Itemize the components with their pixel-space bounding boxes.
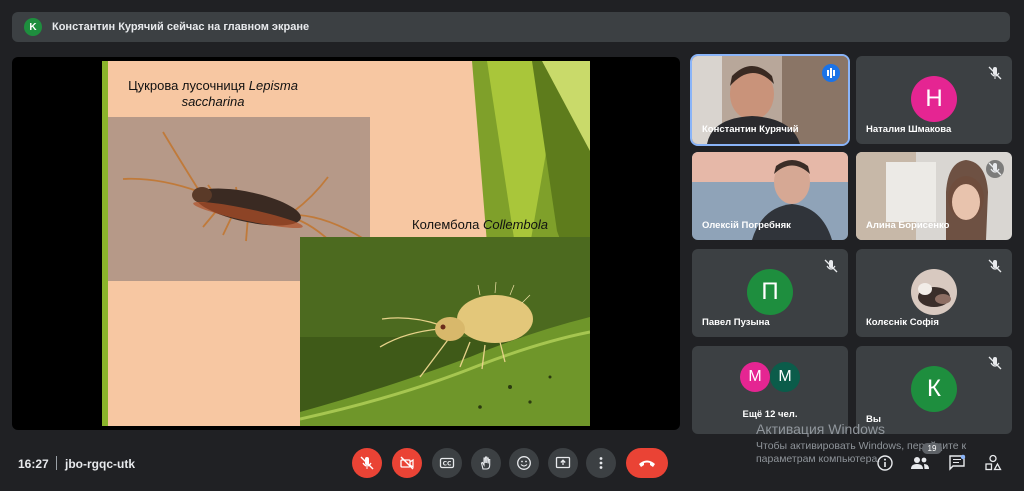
divider	[56, 456, 57, 470]
presenter-avatar: K	[24, 18, 42, 36]
leave-call-button[interactable]	[626, 448, 668, 478]
reactions-button[interactable]	[509, 448, 539, 478]
people-icon	[911, 457, 929, 469]
meeting-details-button[interactable]	[874, 452, 896, 474]
participants-count-badge: 19	[922, 443, 942, 454]
meeting-code: jbo-rgqc-utk	[65, 457, 135, 471]
participant-tile[interactable]: Колєснік Софія	[856, 249, 1012, 337]
participant-avatar: М	[740, 362, 770, 392]
participant-tile[interactable]: Олексій Погребняк	[692, 152, 848, 240]
mic-off-icon	[986, 160, 1004, 178]
participant-avatar: П	[747, 269, 793, 315]
people-button[interactable]	[909, 452, 931, 474]
participant-tile[interactable]: Константин Курячий	[690, 54, 850, 146]
slide-caption-silverfish: Цукрова лусочниця Lepisma saccharina	[128, 78, 298, 109]
hang-up-icon	[639, 460, 655, 467]
participant-tile[interactable]: Алина Борисенко	[856, 152, 1012, 240]
participant-avatar: М	[770, 362, 800, 392]
present-screen-button[interactable]	[548, 448, 578, 478]
more-vert-icon	[599, 457, 603, 469]
self-avatar: К	[911, 366, 957, 412]
chat-button[interactable]	[946, 452, 968, 474]
participant-name: Алина Борисенко	[866, 220, 950, 231]
mic-off-icon	[822, 257, 840, 275]
mic-off-icon	[360, 456, 374, 470]
banner-text: Константин Курячий сейчас на главном экр…	[52, 21, 310, 33]
screen-share-banner: K Константин Курячий сейчас на главном э…	[12, 12, 1010, 42]
emoji-icon	[517, 456, 531, 470]
participant-avatar: Н	[911, 76, 957, 122]
participant-tile[interactable]: П Павел Пузына	[692, 249, 848, 337]
participant-avatar	[911, 269, 957, 315]
participant-name: Константин Курячий	[702, 124, 799, 135]
raise-hand-button[interactable]	[471, 448, 501, 478]
activities-button[interactable]	[982, 452, 1004, 474]
mic-off-icon	[986, 64, 1004, 82]
presentation-slide: Цукрова лусочниця Lepisma saccharina Кол…	[102, 61, 590, 426]
mic-off-icon	[986, 354, 1004, 372]
windows-activation-title: Активация Windows	[756, 421, 886, 437]
shared-screen[interactable]: Цукрова лусочниця Lepisma saccharina Кол…	[12, 57, 680, 430]
participant-name: Олексій Погребняк	[702, 220, 791, 231]
more-options-button[interactable]	[586, 448, 616, 478]
info-icon	[877, 455, 893, 471]
camera-toggle-button[interactable]	[392, 448, 422, 478]
captions-icon: CC	[439, 457, 455, 469]
more-participants-label: Ещё 12 чел.	[742, 409, 798, 420]
speaking-indicator-icon	[822, 64, 840, 82]
present-icon	[555, 456, 571, 469]
captions-button[interactable]: CC	[432, 448, 462, 478]
collembola-photo	[300, 237, 590, 426]
chat-icon	[949, 454, 966, 471]
activities-icon	[985, 454, 1002, 471]
participant-name: Павел Пузына	[702, 317, 770, 328]
slide-caption-collembola: Колембола Collembola	[412, 217, 548, 232]
mic-toggle-button[interactable]	[352, 448, 382, 478]
mic-off-icon	[986, 257, 1004, 275]
svg-text:CC: CC	[443, 461, 452, 468]
participant-name: Наталия Шмакова	[866, 124, 952, 135]
control-bar: 16:27 jbo-rgqc-utk CC 19	[0, 436, 1024, 491]
meeting-time: 16:27	[18, 457, 49, 471]
camera-off-icon	[400, 456, 414, 470]
participant-tile[interactable]: Н Наталия Шмакова	[856, 56, 1012, 144]
participant-name: Колєснік Софія	[866, 317, 939, 328]
hand-icon	[480, 456, 491, 470]
